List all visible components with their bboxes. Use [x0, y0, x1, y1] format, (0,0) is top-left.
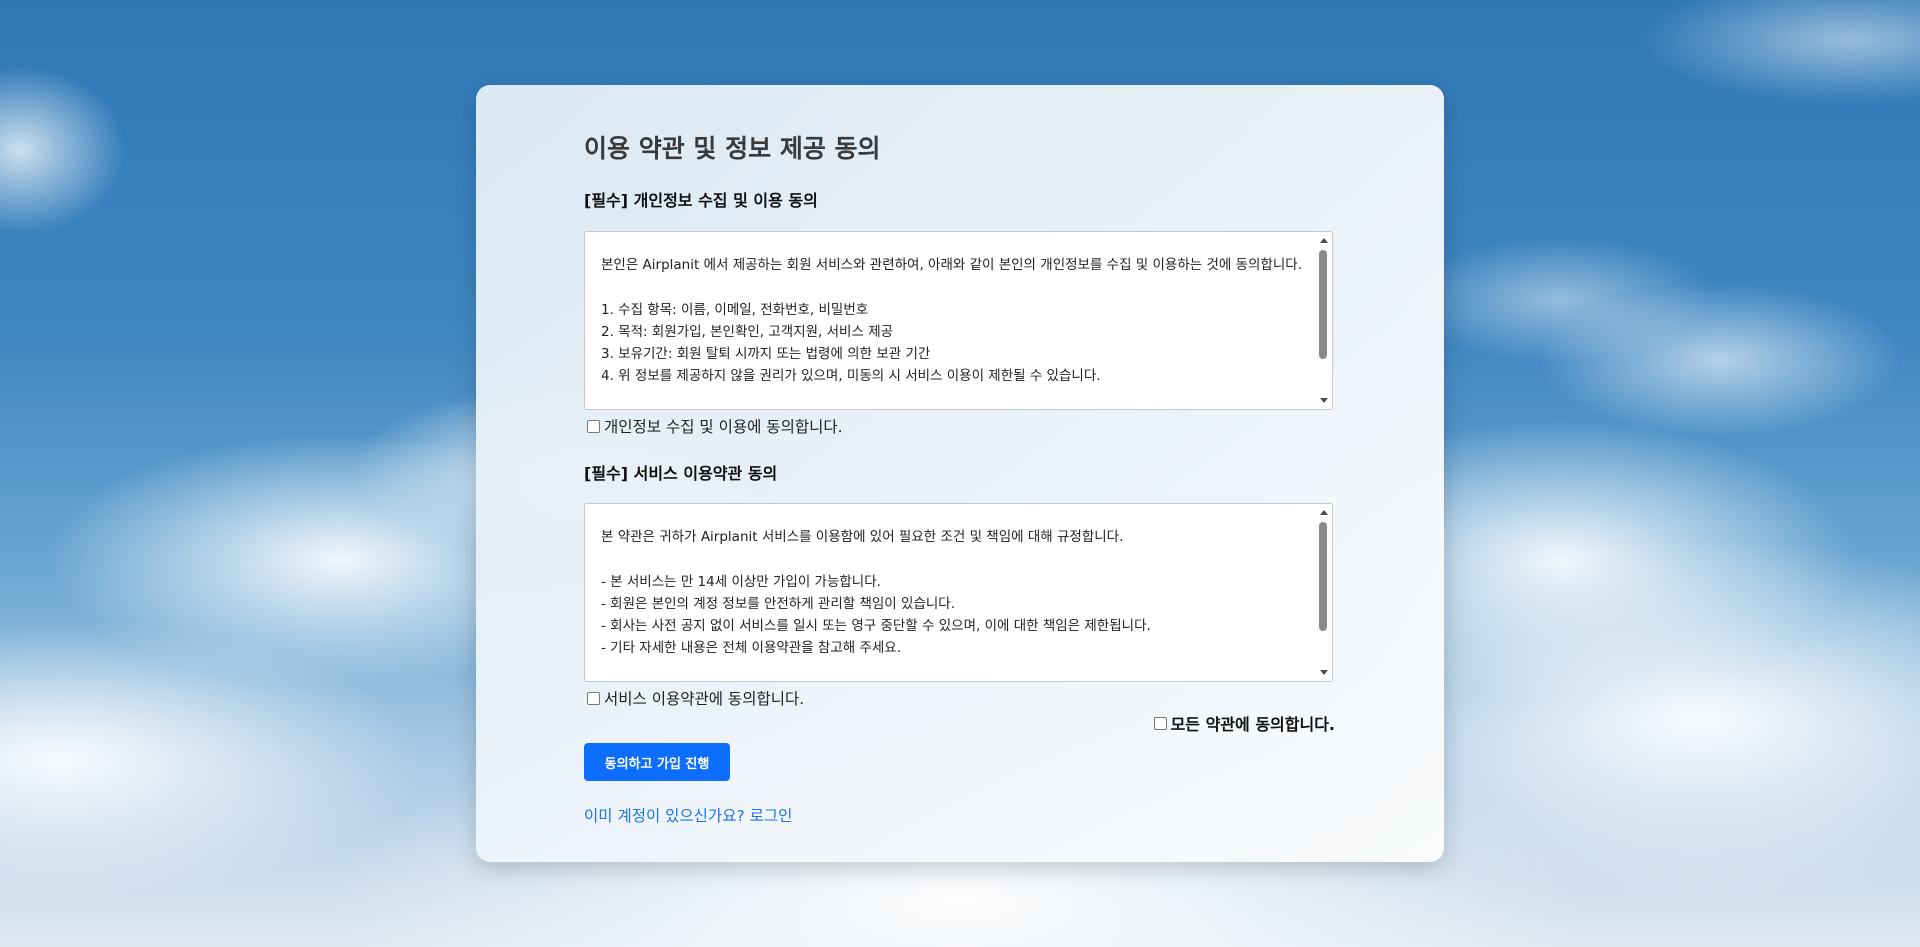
privacy-line: 2. 목적: 회원가입, 본인확인, 고객지원, 서비스 제공 [601, 323, 894, 340]
service-agree-label: 서비스 이용약관에 동의합니다. [604, 690, 805, 708]
service-terms-box[interactable]: 본 약관은 귀하가 Airplanit 서비스를 이용함에 있어 필요한 조건 … [584, 503, 1333, 682]
service-line: - 회사는 사전 공지 없이 서비스를 일시 또는 영구 중단할 수 있으며, … [601, 618, 1151, 635]
login-link[interactable]: 이미 계정이 있으신가요? 로그인 [584, 804, 792, 826]
privacy-agree-row[interactable]: 개인정보 수집 및 이용에 동의합니다. [584, 415, 843, 437]
privacy-terms-box[interactable]: 본인은 Airplanit 에서 제공하는 회원 서비스와 관련하여, 아래와 … [584, 231, 1333, 410]
privacy-line: 본인은 Airplanit 에서 제공하는 회원 서비스와 관련하여, 아래와 … [601, 257, 1302, 273]
service-scrollbar[interactable] [1317, 505, 1331, 680]
service-section-heading: [필수] 서비스 이용약관 동의 [584, 464, 778, 483]
scroll-down-arrow-icon[interactable] [1320, 670, 1328, 675]
scroll-up-arrow-icon[interactable] [1320, 510, 1328, 515]
service-line [601, 548, 1308, 570]
privacy-terms-text: 본인은 Airplanit 에서 제공하는 회원 서비스와 관련하여, 아래와 … [601, 254, 1308, 388]
privacy-line: 3. 보유기간: 회원 탈퇴 시까지 또는 법령에 의한 보관 기간 [601, 346, 931, 363]
agree-and-signup-button[interactable]: 동의하고 가입 진행 [584, 743, 730, 781]
scrollbar-thumb[interactable] [1319, 250, 1327, 359]
privacy-agree-label: 개인정보 수집 및 이용에 동의합니다. [604, 418, 843, 436]
scroll-up-arrow-icon[interactable] [1320, 238, 1328, 243]
service-agree-row[interactable]: 서비스 이용약관에 동의합니다. [584, 687, 804, 709]
service-line: - 회원은 본인의 계정 정보를 안전하게 관리할 책임이 있습니다. [601, 595, 955, 612]
service-terms-text: 본 약관은 귀하가 Airplanit 서비스를 이용함에 있어 필요한 조건 … [601, 526, 1308, 660]
agree-all-checkbox[interactable] [1153, 716, 1167, 730]
privacy-line: 1. 수집 항목: 이름, 이메일, 전화번호, 비밀번호 [601, 301, 869, 318]
privacy-scrollbar[interactable] [1317, 233, 1331, 408]
privacy-line: 4. 위 정보를 제공하지 않을 권리가 있으며, 미동의 시 서비스 이용이 … [601, 368, 1101, 385]
service-agree-checkbox[interactable] [587, 691, 600, 705]
privacy-section-heading: [필수] 개인정보 수집 및 이용 동의 [584, 191, 818, 210]
privacy-line [601, 276, 1308, 298]
service-line: - 기타 자세한 내용은 전체 이용약관을 참고해 주세요. [601, 640, 902, 657]
agree-all-label: 모든 약관에 동의합니다. [1170, 715, 1335, 734]
scroll-down-arrow-icon[interactable] [1320, 398, 1328, 403]
page-title: 이용 약관 및 정보 제공 동의 [584, 134, 881, 163]
terms-card: 이용 약관 및 정보 제공 동의 [필수] 개인정보 수집 및 이용 동의 본인… [476, 85, 1444, 862]
service-line: 본 약관은 귀하가 Airplanit 서비스를 이용함에 있어 필요한 조건 … [601, 529, 1124, 545]
scrollbar-thumb[interactable] [1319, 522, 1327, 631]
privacy-agree-checkbox[interactable] [587, 419, 600, 433]
service-line: - 본 서비스는 만 14세 이상만 가입이 가능합니다. [601, 573, 881, 590]
agree-all-row[interactable]: 모든 약관에 동의합니다. [1151, 711, 1335, 735]
